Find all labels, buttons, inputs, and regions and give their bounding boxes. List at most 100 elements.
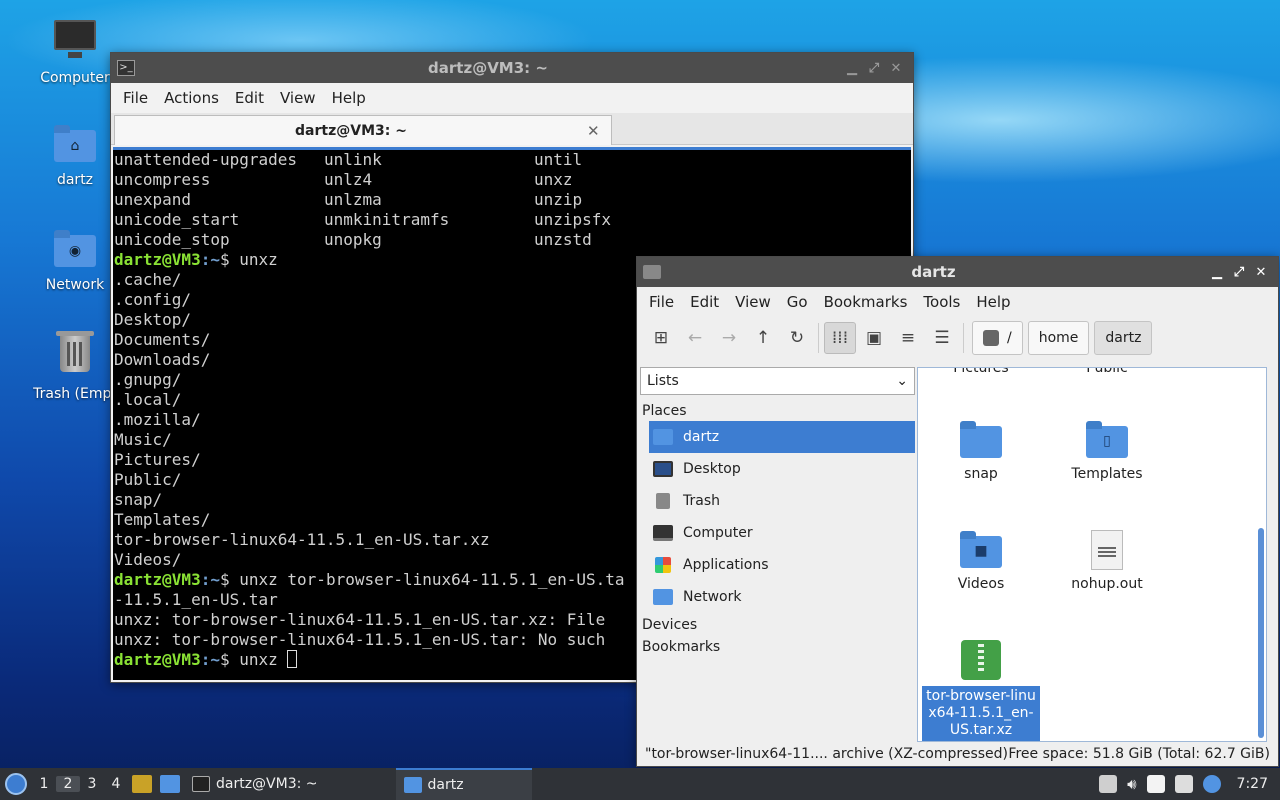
close-button[interactable]: ✕ [885,61,907,76]
menu-file[interactable]: File [115,89,156,107]
close-button[interactable]: ✕ [1250,265,1272,280]
clipboard-icon[interactable] [1146,775,1165,793]
breadcrumb-home[interactable]: home [1027,321,1090,355]
maximize-button[interactable]: ⤢ [1228,265,1250,280]
minimize-button[interactable]: ▁ [1206,265,1228,280]
listing-entry: tor-browser-linux64-11.5.1_en-US.tar.xz [114,530,490,549]
notification-icon[interactable] [1202,775,1221,793]
file-item[interactable]: Pictures [922,368,1040,376]
network-status-icon[interactable] [1174,775,1193,793]
breadcrumb-root[interactable]: / [972,321,1023,355]
completion-item: unlzma [324,190,382,209]
places-item-computer[interactable]: Computer [639,517,915,549]
places-item-home[interactable]: dartz [649,421,915,453]
up-button[interactable]: ↑ [747,322,779,354]
menu-edit[interactable]: Edit [227,89,272,107]
folder-icon [643,265,661,279]
window-title: dartz [911,263,956,281]
volume-icon[interactable]: 🔊︎ [1127,775,1136,793]
archive-icon [960,640,1002,680]
menu-help[interactable]: Help [968,293,1018,311]
file-manager-launcher-icon[interactable] [132,775,152,793]
terminal-menubar: File Actions Edit View Help [111,83,913,113]
places-item-trash[interactable]: Trash [639,485,915,517]
file-item-templates[interactable]: ▯ Templates [1048,420,1166,482]
prompt-symbol: $ [219,250,230,269]
system-tray: 🔊︎ 7:27 [1099,775,1280,793]
bookmarks-heading[interactable]: Bookmarks [639,635,915,657]
file-item-snap[interactable]: snap [922,420,1040,482]
devices-heading[interactable]: Devices [639,613,915,635]
close-tab-icon[interactable]: ✕ [587,122,611,140]
lubuntu-logo-icon [5,773,27,795]
file-item-videos[interactable]: ■ Videos [922,530,1040,592]
menu-bookmarks[interactable]: Bookmarks [816,293,916,311]
back-button[interactable]: ← [679,322,711,354]
places-item-label: dartz [683,429,720,445]
start-menu-button[interactable] [0,773,32,795]
completion-item: unxz [534,170,573,189]
file-view[interactable]: Pictures Public snap ▯ Templates ■ Video… [917,367,1267,742]
places-heading[interactable]: Places [639,395,915,421]
command-text: unxz [229,250,278,269]
thumbnail-view-button[interactable]: ▣ [858,322,890,354]
icon-view-button[interactable]: ⁞⁞⁞ [824,322,856,354]
file-item-nohup[interactable]: nohup.out [1048,530,1166,592]
text-file-icon [1086,530,1128,570]
updates-icon[interactable] [1099,775,1118,793]
file-manager-titlebar[interactable]: dartz ▁ ⤢ ✕ [637,257,1278,287]
file-label: Public [1086,367,1128,376]
status-free-space: Free space: 51.8 GiB (Total: 62.7 GiB) [1008,746,1270,762]
prompt-user: dartz@VM3 [114,650,201,669]
workspace-1[interactable]: 1 [32,776,56,792]
clock[interactable]: 7:27 [1237,776,1268,792]
side-pane-mode-select[interactable]: Lists ⌄ [640,367,915,395]
places-item-desktop[interactable]: Desktop [639,453,915,485]
menu-go[interactable]: Go [779,293,816,311]
file-item[interactable]: Public [1048,367,1166,376]
file-item-tor-archive[interactable]: tor-browser-linux64-11.5.1_en-US.tar.xz [922,640,1040,741]
new-tab-button[interactable]: ⊞ [645,322,677,354]
listing-entry: Public/ [114,470,182,489]
places-item-applications[interactable]: Applications [639,549,915,581]
workspace-4[interactable]: 4 [104,776,128,792]
minimize-button[interactable]: ▁ [841,61,863,76]
breadcrumb-label: / [1007,330,1012,346]
breadcrumb-current[interactable]: dartz [1094,321,1153,355]
folder-icon [960,420,1002,460]
file-label: snap [964,466,998,482]
file-manager-window[interactable]: dartz ▁ ⤢ ✕ File Edit View Go Bookmarks … [636,256,1279,767]
listing-entry: Desktop/ [114,310,192,329]
task-terminal[interactable]: dartz@VM3: ~ [184,768,326,800]
completion-item: unzip [534,190,583,209]
compact-view-button[interactable]: ≡ [892,322,924,354]
task-label: dartz [427,777,464,793]
menu-tools[interactable]: Tools [915,293,968,311]
menu-view[interactable]: View [272,89,324,107]
listing-entry: .config/ [114,290,192,309]
workspace-2[interactable]: 2 [56,776,80,792]
places-item-label: Computer [683,525,753,541]
file-manager-toolbar: ⊞ ← → ↑ ↻ ⁞⁞⁞ ▣ ≡ ☰ / home dartz [637,317,1278,359]
file-view-scrollbar[interactable] [1258,528,1264,738]
reload-button[interactable]: ↻ [781,322,813,354]
menu-help[interactable]: Help [324,89,374,107]
terminal-tab[interactable]: dartz@VM3: ~ ✕ [114,115,612,145]
listing-entry: Music/ [114,430,172,449]
show-desktop-icon[interactable] [160,775,180,793]
prompt-user: dartz@VM3 [114,250,201,269]
completion-item: unzstd [534,230,592,249]
places-item-network[interactable]: Network [639,581,915,613]
menu-file[interactable]: File [641,293,682,311]
task-file-manager[interactable]: dartz [395,768,532,800]
terminal-titlebar[interactable]: >_ dartz@VM3: ~ ▁ ⤢ ✕ [111,53,913,83]
forward-button[interactable]: → [713,322,745,354]
menu-view[interactable]: View [727,293,779,311]
maximize-button[interactable]: ⤢ [863,61,885,76]
menu-actions[interactable]: Actions [156,89,227,107]
menu-edit[interactable]: Edit [682,293,727,311]
folder-icon [403,777,422,793]
workspace-3[interactable]: 3 [80,776,104,792]
detail-view-button[interactable]: ☰ [926,322,958,354]
templates-folder-icon: ▯ [1086,420,1128,460]
